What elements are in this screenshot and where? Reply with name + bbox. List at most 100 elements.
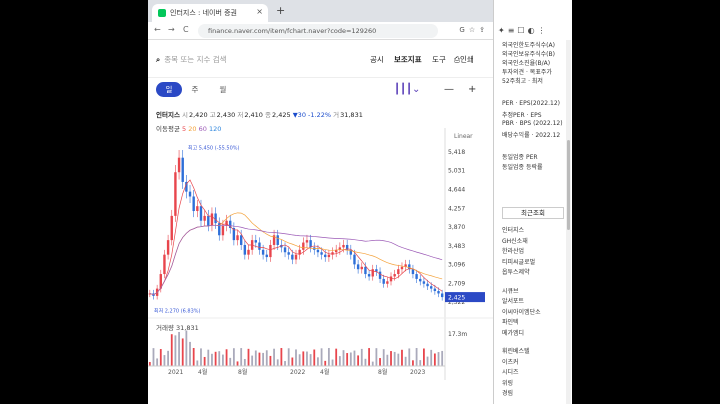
zoom-out-button[interactable]: — bbox=[444, 84, 454, 95]
right-sidebar: ✦≡☐◐⋮ 최근조회 외국인한도주식수(A) 외국인보유주식수(B) 외국인소진율(… bbox=[493, 0, 572, 404]
close-tab-icon[interactable]: × bbox=[256, 7, 263, 16]
volume-bar bbox=[291, 357, 294, 366]
x-tick-label: 4월 bbox=[320, 368, 329, 376]
url-field[interactable]: finance.naver.com/item/fchart.naver?code… bbox=[198, 24, 438, 38]
candle-body bbox=[305, 240, 309, 243]
max-annotation: 최고 5,450 (-55.50%) bbox=[188, 145, 240, 152]
zoom-in-button[interactable]: + bbox=[468, 84, 476, 95]
reload-icon[interactable]: C bbox=[183, 25, 189, 34]
stock-search[interactable]: ⌕ 종목 또는 지수 검색 bbox=[156, 54, 227, 65]
volume-tick-label: 17.3m bbox=[448, 331, 467, 338]
menu-disclosure[interactable]: 공시 bbox=[370, 54, 384, 65]
y-tick-label: 2,709 bbox=[448, 280, 465, 287]
tab-monthly[interactable]: 월 bbox=[210, 82, 236, 97]
recent-viewed-header[interactable]: 최근조회 bbox=[502, 207, 564, 219]
candle-body bbox=[386, 281, 389, 284]
candle-body bbox=[247, 249, 250, 255]
candle-body bbox=[415, 274, 418, 279]
browser-tab[interactable]: 인터지스 : 네이버 증권 × bbox=[152, 4, 268, 22]
candle-body bbox=[214, 213, 217, 224]
address-bar-icons[interactable]: G☆⇪ bbox=[459, 26, 489, 34]
menu-tools[interactable]: 도구 bbox=[432, 54, 446, 65]
sidebar-info-line: PER · EPS(2022.12) bbox=[502, 100, 561, 107]
back-icon[interactable]: ← bbox=[154, 25, 161, 34]
page-scrollbar[interactable] bbox=[566, 40, 571, 404]
sidebar-info-line: 외국인보유주식수(B) bbox=[502, 51, 555, 58]
recent-item[interactable]: 인터지스 bbox=[502, 225, 524, 234]
recent-item[interactable]: 한라산업 bbox=[502, 246, 524, 255]
volume-bar bbox=[174, 335, 177, 366]
candle-body bbox=[378, 271, 382, 279]
candle-body bbox=[367, 274, 371, 277]
volume-value: 31,831 bbox=[340, 111, 363, 119]
x-tick-label: 2021 bbox=[168, 369, 183, 376]
recent-item[interactable]: 티피씨글로벌 bbox=[502, 257, 535, 266]
volume-bar bbox=[284, 361, 286, 366]
volume-bar bbox=[207, 349, 210, 366]
volume-bar bbox=[295, 349, 297, 366]
recent-item[interactable]: GH신소재 bbox=[502, 236, 528, 245]
recent-item[interactable]: 이츠커 bbox=[502, 357, 519, 366]
candle-body bbox=[166, 240, 170, 255]
candle-body bbox=[243, 244, 247, 255]
volume-bar bbox=[236, 361, 239, 366]
recent-item[interactable]: 경림 bbox=[502, 388, 513, 397]
recent-item[interactable]: 옵투스제약 bbox=[502, 267, 530, 276]
volume-bar bbox=[423, 348, 425, 366]
price-chart[interactable]: Linear 5,418 5,031 4,644 4,257 3,870 3,483 3,09… bbox=[148, 128, 493, 404]
candle-type-icon[interactable]: ┃┃┃⌄ bbox=[394, 84, 420, 95]
volume-bar bbox=[167, 350, 169, 366]
volume-bar bbox=[156, 358, 159, 366]
forward-icon[interactable]: → bbox=[168, 25, 175, 34]
price-change: ▼30 -1.22% bbox=[292, 111, 332, 119]
recent-item[interactable]: 메가엠디 bbox=[502, 328, 524, 337]
recent-item[interactable]: 시큐브 bbox=[502, 286, 519, 295]
recent-item[interactable]: 시디즈 bbox=[502, 367, 519, 376]
candle-body bbox=[294, 254, 298, 260]
candle-body bbox=[258, 242, 261, 250]
volume-bar bbox=[390, 351, 392, 366]
candle-body bbox=[192, 196, 195, 212]
volume-bar bbox=[313, 349, 316, 366]
x-tick-label: 2023 bbox=[410, 369, 425, 376]
menu-print[interactable]: ⎙인쇄 bbox=[454, 54, 474, 65]
candle-body bbox=[430, 286, 433, 289]
chart-toolbar: ⌕ 종목 또는 지수 검색 공시 보조지표 도구 ⎙인쇄 bbox=[148, 40, 493, 78]
scale-label: Linear bbox=[454, 133, 473, 140]
sidebar-info-line: 외국인소진율(B/A) bbox=[502, 60, 551, 67]
menu-indicators[interactable]: 보조지표 bbox=[394, 54, 422, 65]
volume-bar bbox=[276, 359, 279, 366]
candle-body bbox=[177, 157, 181, 173]
recent-item[interactable]: 휘린베스텔 bbox=[502, 346, 530, 355]
volume-bar bbox=[393, 351, 396, 366]
tab-daily[interactable]: 일 bbox=[156, 82, 182, 97]
recent-item[interactable]: 위링 bbox=[502, 378, 513, 387]
candle-body bbox=[254, 240, 258, 243]
extension-icons[interactable]: ✦≡☐◐⋮ bbox=[494, 22, 572, 40]
volume-bar bbox=[360, 348, 363, 366]
volume-bar bbox=[386, 354, 389, 366]
y-tick-label: 4,257 bbox=[448, 205, 465, 212]
recent-item[interactable]: 이씨아이엠단소 bbox=[502, 307, 541, 316]
volume-bar bbox=[437, 352, 440, 366]
new-tab-button[interactable]: + bbox=[276, 4, 285, 17]
volume-bar bbox=[152, 348, 155, 366]
scroll-thumb[interactable] bbox=[567, 140, 570, 230]
volume-bar bbox=[419, 360, 422, 366]
tab-weekly[interactable]: 주 bbox=[182, 82, 208, 97]
candle-body bbox=[283, 247, 287, 253]
candle-body bbox=[400, 266, 404, 270]
y-tick-label: 3,870 bbox=[448, 224, 465, 231]
volume-bar bbox=[346, 353, 349, 366]
candle-body bbox=[371, 269, 374, 277]
volume-bar bbox=[371, 361, 374, 366]
recent-item[interactable]: 파인텍 bbox=[502, 317, 519, 326]
volume-bar bbox=[335, 348, 338, 366]
volume-bar bbox=[211, 353, 213, 366]
candle-body bbox=[302, 242, 305, 250]
candle-body bbox=[196, 206, 199, 212]
volume-bar bbox=[357, 355, 360, 366]
candle-body bbox=[236, 235, 239, 241]
recent-item[interactable]: 알서포트 bbox=[502, 296, 524, 305]
volume-bar bbox=[262, 352, 265, 366]
